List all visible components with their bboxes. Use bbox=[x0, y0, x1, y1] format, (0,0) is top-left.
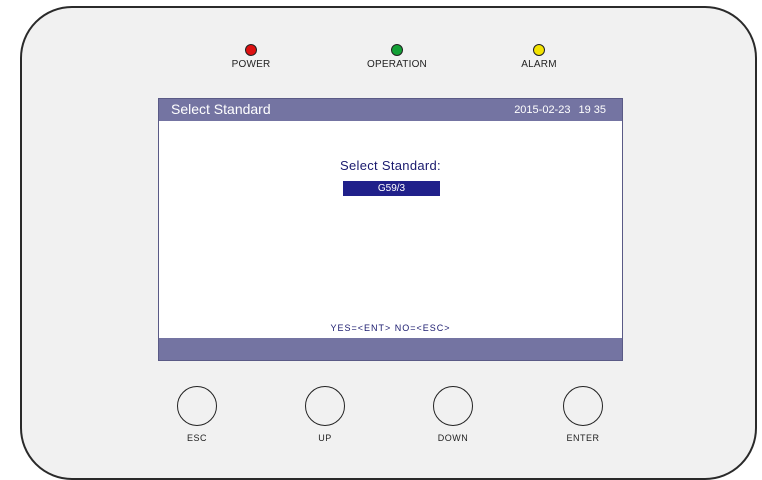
esc-button-group: ESC bbox=[152, 386, 242, 443]
alarm-led-icon bbox=[533, 44, 545, 56]
up-button[interactable] bbox=[305, 386, 345, 426]
power-indicator: POWER bbox=[196, 44, 306, 70]
operation-led-label: OPERATION bbox=[367, 59, 427, 70]
esc-button-label: ESC bbox=[186, 433, 207, 443]
alarm-led-label: ALARM bbox=[521, 59, 557, 70]
standard-selection[interactable]: G59/3 bbox=[343, 181, 440, 196]
up-button-label: UP bbox=[318, 433, 332, 443]
enter-button-group: ENTER bbox=[538, 386, 628, 443]
alarm-indicator: ALARM bbox=[484, 44, 594, 70]
select-standard-prompt: Select Standard: bbox=[340, 158, 441, 173]
down-button-group: DOWN bbox=[408, 386, 498, 443]
up-button-group: UP bbox=[280, 386, 370, 443]
confirm-hint: YES=<ENT> NO=<ESC> bbox=[330, 323, 451, 333]
screen-footer-bar bbox=[159, 338, 622, 360]
power-led-icon bbox=[245, 44, 257, 56]
enter-button[interactable] bbox=[563, 386, 603, 426]
lcd-screen: Select Standard 2015-02-23 19 35 Select S… bbox=[158, 98, 623, 361]
down-button[interactable] bbox=[433, 386, 473, 426]
operation-led-icon bbox=[391, 44, 403, 56]
screen-date: 2015-02-23 bbox=[514, 104, 571, 116]
screen-datetime: 2015-02-23 19 35 bbox=[514, 104, 606, 116]
screen-title: Select Standard bbox=[171, 101, 271, 117]
power-led-label: POWER bbox=[231, 59, 271, 70]
screen-title-bar: Select Standard 2015-02-23 19 35 bbox=[159, 99, 622, 121]
enter-button-label: ENTER bbox=[566, 433, 600, 443]
screen-time: 19 35 bbox=[578, 104, 606, 116]
operation-indicator: OPERATION bbox=[342, 44, 452, 70]
down-button-label: DOWN bbox=[437, 433, 469, 443]
esc-button[interactable] bbox=[177, 386, 217, 426]
